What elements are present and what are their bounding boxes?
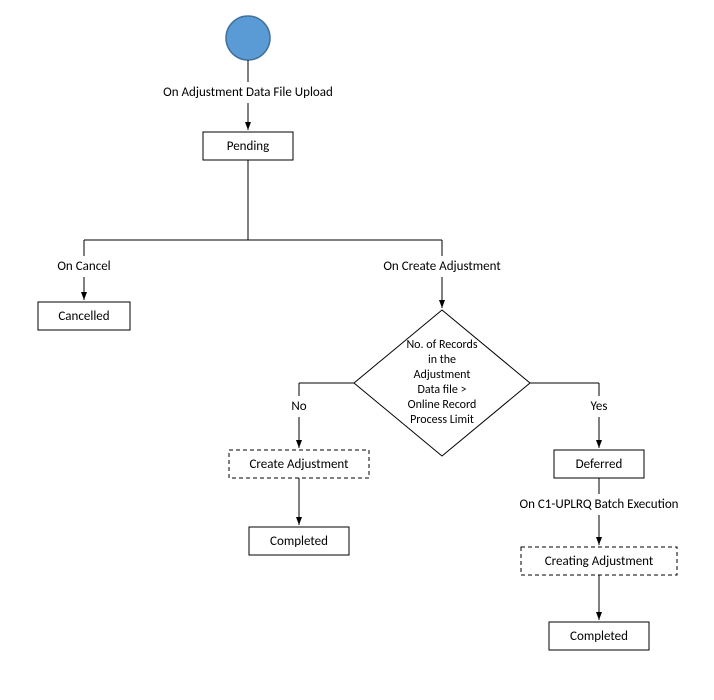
state-cancelled-label: Cancelled: [58, 309, 109, 324]
decision-text-6: Process Limit: [410, 413, 474, 427]
state-create-adjustment-label: Create Adjustment: [250, 457, 350, 472]
branch-create-label: On Create Adjustment: [383, 259, 501, 274]
state-completed-right-label: Completed: [570, 629, 628, 644]
decision-text-5: Online Record: [408, 398, 477, 412]
decision-no-label: No: [291, 399, 306, 414]
state-creating-adjustment-label: Creating Adjustment: [545, 554, 654, 569]
start-label: On Adjustment Data File Upload: [163, 85, 333, 100]
decision-text-4: Data file >: [417, 383, 466, 397]
state-completed-left-label: Completed: [270, 534, 328, 549]
batch-execution-label: On C1-UPLRQ Batch Execution: [519, 497, 678, 512]
decision-text-2: in the: [428, 353, 456, 367]
branch-cancel-label: On Cancel: [57, 259, 110, 274]
state-deferred-label: Deferred: [576, 457, 623, 472]
decision-text-3: Adjustment: [414, 368, 471, 382]
decision-yes-label: Yes: [591, 399, 608, 414]
state-pending-label: Pending: [227, 139, 270, 154]
decision-text-1: No. of Records: [406, 338, 477, 352]
start-node: [226, 16, 270, 60]
